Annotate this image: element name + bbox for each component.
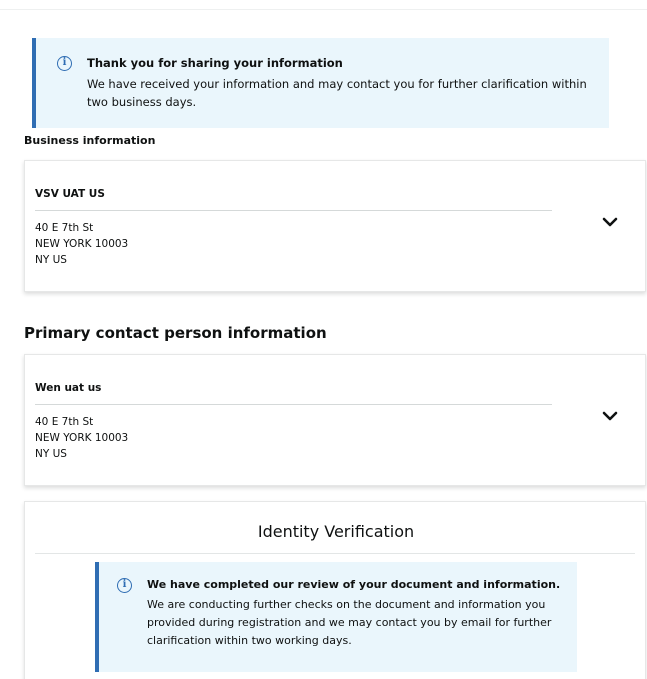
address-line: NY US (35, 254, 67, 266)
contact-info-card[interactable]: Wen uat us 40 E 7th St NEW YORK 10003 NY… (24, 354, 646, 486)
address-line: 40 E 7th St (35, 222, 94, 234)
business-name: VSV UAT US (35, 188, 105, 200)
alert-title: Thank you for sharing your information (87, 56, 343, 70)
address-line: 40 E 7th St (35, 416, 94, 428)
address-line: NEW YORK 10003 (35, 238, 129, 250)
business-info-card[interactable]: VSV UAT US 40 E 7th St NEW YORK 10003 NY… (24, 160, 646, 292)
address-line: NY US (35, 448, 67, 460)
contact-section-heading: Primary contact person information (24, 324, 327, 342)
address-line: NEW YORK 10003 (35, 432, 129, 444)
divider (35, 210, 552, 211)
submission-info-alert: i Thank you for sharing your information… (32, 38, 609, 128)
review-info-alert: i We have completed our review of your d… (95, 562, 577, 672)
chevron-down-icon[interactable] (601, 215, 619, 229)
contact-address: 40 E 7th St NEW YORK 10003 NY US (35, 414, 128, 462)
divider (35, 404, 552, 405)
identity-verification-title: Identity Verification (257, 522, 415, 541)
business-section-label: Business information (24, 134, 156, 147)
alert-title: We have completed our review of your doc… (147, 578, 561, 591)
alert-body: We have received your information and ma… (87, 77, 587, 109)
alert-body: We are conducting further checks on the … (147, 598, 552, 647)
business-address: 40 E 7th St NEW YORK 10003 NY US (35, 220, 128, 268)
chevron-down-icon[interactable] (601, 409, 619, 423)
divider (35, 553, 635, 554)
info-icon: i (57, 56, 72, 71)
contact-name: Wen uat us (35, 382, 102, 394)
top-divider (0, 9, 647, 10)
info-icon: i (117, 578, 132, 593)
identity-verification-card: Identity Verification i We have complete… (24, 501, 646, 679)
